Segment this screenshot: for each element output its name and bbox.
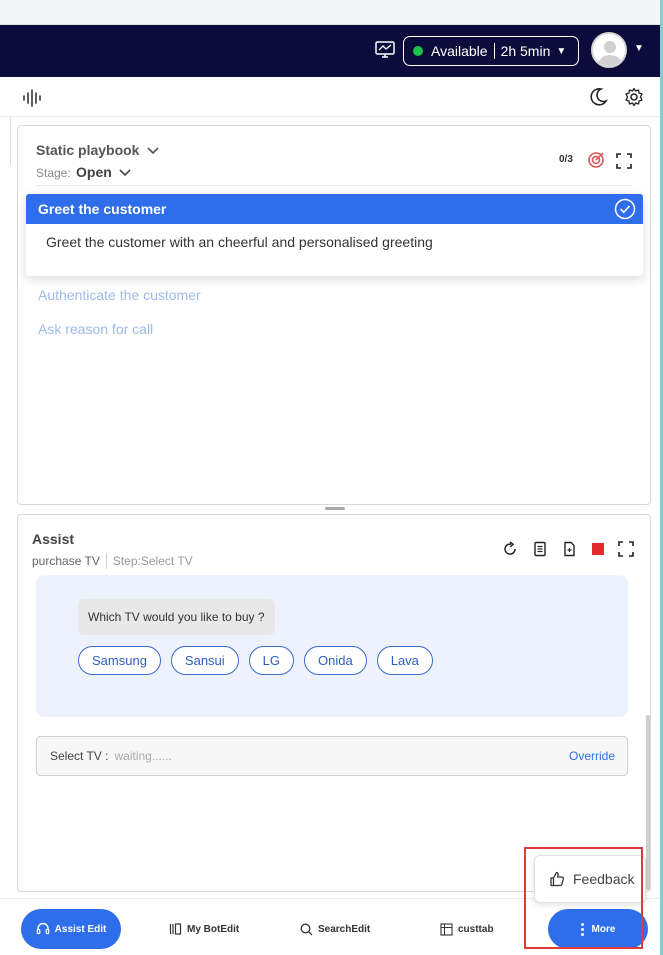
option-chip[interactable]: Onida <box>304 646 367 675</box>
assist-breadcrumb: purchase TV Step:Select TV <box>32 553 193 569</box>
avatar-head-shape <box>604 41 616 53</box>
audio-wave-icon[interactable] <box>22 89 42 107</box>
chevron-down-icon: ▼ <box>556 45 567 57</box>
browser-top-strip <box>0 0 660 25</box>
thumbs-up-icon <box>550 871 565 887</box>
playbook-title-dropdown[interactable]: Static playbook <box>36 142 159 158</box>
assist-panel: Assist purchase TV Step:Select TV Which … <box>17 514 651 892</box>
target-icon[interactable] <box>587 151 605 169</box>
answer-options: Samsung Sansui LG Onida Lava <box>78 646 443 675</box>
agent-status-dropdown[interactable]: Available 2h 5min ▼ <box>403 36 579 66</box>
panel-toolbar <box>0 77 660 117</box>
refresh-icon[interactable] <box>502 541 518 557</box>
status-timer: 2h 5min <box>500 43 551 59</box>
edit-document-icon[interactable] <box>562 541 578 557</box>
playbook-header-divider <box>36 185 632 186</box>
playbook-step[interactable]: Authenticate the customer <box>38 287 201 303</box>
assist-edit-label: Assist Edit <box>54 923 107 935</box>
chevron-down-icon <box>147 146 159 158</box>
top-navbar: Available 2h 5min ▼ ▼ <box>0 25 660 77</box>
document-icon[interactable] <box>532 541 548 557</box>
stage-value: Open <box>76 164 112 180</box>
playbook-progress-count: 0/3 <box>559 154 573 165</box>
stop-recording-icon[interactable] <box>592 543 604 555</box>
table-icon <box>440 922 453 936</box>
headset-icon <box>36 922 49 935</box>
panel-resize-handle[interactable] <box>325 507 345 510</box>
assist-scrollbar[interactable] <box>646 715 650 890</box>
step-title: Greet the customer <box>38 201 167 217</box>
library-icon <box>169 923 182 935</box>
flow-step: Step:Select TV <box>112 554 193 568</box>
fullscreen-icon[interactable] <box>616 153 632 169</box>
bottom-navigation: Assist Edit My BotEdit SearchEdit custta… <box>0 898 660 955</box>
step-header[interactable]: Greet the customer <box>26 194 643 224</box>
screen-share-icon[interactable] <box>375 41 395 59</box>
playbook-title: Static playbook <box>36 142 140 158</box>
playbook-step[interactable]: Ask reason for call <box>38 321 153 337</box>
assist-actions <box>502 541 648 557</box>
option-chip[interactable]: Samsung <box>78 646 161 675</box>
assist-edit-button[interactable]: Assist Edit <box>21 909 121 949</box>
stage-label: Stage: <box>36 166 71 180</box>
select-tv-field[interactable]: Select TV : waiting...... Override <box>36 736 628 776</box>
step-description: Greet the customer with an cheerful and … <box>46 234 433 250</box>
field-label: Select TV : <box>50 749 109 763</box>
option-chip[interactable]: Lava <box>376 646 433 675</box>
status-indicator-dot <box>413 46 423 56</box>
my-botedit-label: My BotEdit <box>187 923 240 935</box>
chevron-down-icon[interactable]: ▼ <box>634 43 644 54</box>
field-value: waiting...... <box>114 749 172 763</box>
breadcrumb-separator <box>105 553 107 569</box>
dark-mode-moon-icon[interactable] <box>588 87 608 107</box>
more-button[interactable]: More <box>548 909 648 949</box>
custtab-button[interactable]: custtab <box>440 909 494 949</box>
search-edit-label: SearchEdit <box>318 923 371 935</box>
flow-name: purchase TV <box>32 554 100 568</box>
feedback-label: Feedback <box>573 871 635 887</box>
assist-title: Assist <box>32 531 75 547</box>
avatar[interactable] <box>591 32 627 68</box>
status-separator <box>493 43 495 59</box>
status-label: Available <box>431 43 488 59</box>
more-label: More <box>591 923 616 935</box>
search-edit-button[interactable]: SearchEdit <box>300 909 370 949</box>
override-link[interactable]: Override <box>569 749 615 763</box>
feedback-button[interactable]: Feedback <box>534 855 646 903</box>
bot-question-bubble: Which TV would you like to buy ? <box>78 599 275 635</box>
option-chip[interactable]: Sansui <box>170 646 239 675</box>
search-icon <box>300 923 313 935</box>
option-chip[interactable]: LG <box>248 646 295 675</box>
stage-dropdown[interactable]: Stage: Open <box>36 164 131 180</box>
fullscreen-icon[interactable] <box>618 541 634 557</box>
check-circle-icon[interactable] <box>614 198 636 220</box>
more-vertical-icon <box>580 922 584 937</box>
my-botedit-button[interactable]: My BotEdit <box>169 909 239 949</box>
left-divider <box>10 117 11 165</box>
playbook-panel: Static playbook Stage: Open 0/3 <box>17 125 651 505</box>
avatar-body-shape <box>598 55 622 66</box>
chevron-down-icon <box>119 169 131 177</box>
gear-icon[interactable] <box>624 87 644 107</box>
assist-chat-area: Which TV would you like to buy ? Samsung… <box>36 575 628 717</box>
playbook-step-active[interactable]: Greet the customer Greet the customer wi… <box>26 194 643 276</box>
custtab-label: custtab <box>458 923 494 935</box>
